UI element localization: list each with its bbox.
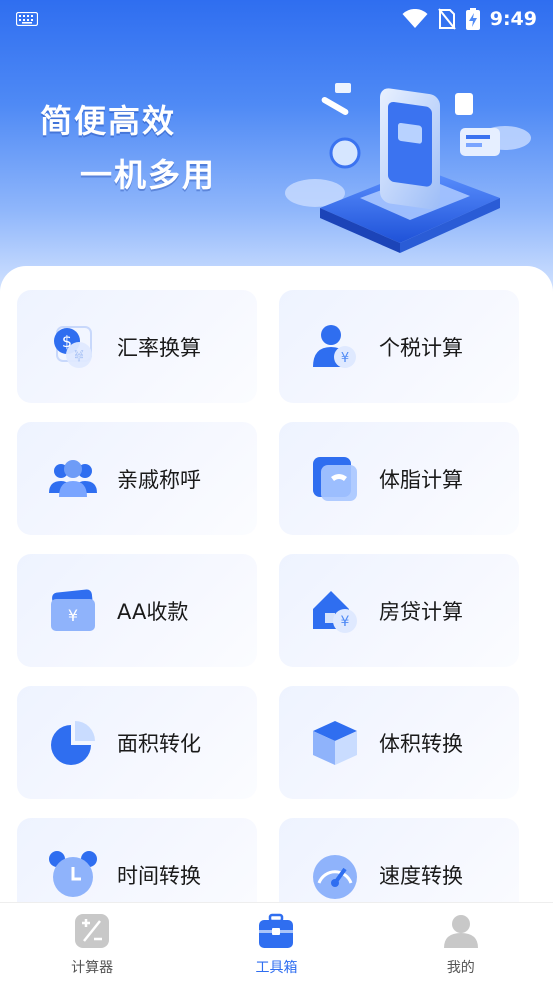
banner-slogan-line1: 简便高效 [40,102,177,140]
tool-area-conversion[interactable]: 面积转化 [17,686,257,799]
currency-exchange-icon: $ ¥ [47,321,99,373]
no-sim-icon [437,8,456,30]
tool-time-conversion[interactable]: 时间转换 [17,818,257,902]
toolbox-icon [258,913,294,949]
tab-label: 计算器 [71,960,114,976]
tool-label: 个税计算 [379,335,463,360]
tab-toolbox[interactable]: 工具箱 [184,903,368,983]
tool-aa-payment[interactable]: ¥ AA收款 [17,554,257,667]
speedometer-icon [309,849,361,901]
hero-phone-illustration [285,83,531,253]
tool-label: 时间转换 [117,863,201,888]
tab-profile[interactable]: 我的 [369,903,553,983]
tools-panel: $ ¥ 汇率换算 ¥ 个税计算 亲戚称呼 体脂计算 ¥ AA收款 ¥ 房贷计算 … [0,266,553,902]
svg-text:¥: ¥ [341,614,350,630]
tool-label: 房贷计算 [379,599,463,624]
bottom-tab-bar: 计算器 工具箱 我的 [0,902,553,983]
tool-income-tax[interactable]: ¥ 个税计算 [279,290,519,403]
tool-currency-exchange[interactable]: $ ¥ 汇率换算 [17,290,257,403]
tool-speed-conversion[interactable]: 速度转换 [279,818,519,902]
battery-charging-icon [465,8,480,30]
tab-label: 我的 [446,960,475,976]
aa-payment-icon: ¥ [47,585,99,637]
status-bar: 9:49 [0,0,553,38]
tool-label: 体脂计算 [379,467,463,492]
calculator-icon [74,913,110,949]
tools-grid: $ ¥ 汇率换算 ¥ 个税计算 亲戚称呼 体脂计算 ¥ AA收款 ¥ 房贷计算 … [17,290,527,902]
svg-text:¥: ¥ [68,606,78,625]
area-pie-icon [47,717,99,769]
keyboard-icon [16,12,38,26]
banner-slogan-line2: 一机多用 [80,156,217,194]
tool-label: 体积转换 [379,731,463,756]
tool-relatives[interactable]: 亲戚称呼 [17,422,257,535]
tool-label: AA收款 [117,599,189,624]
tool-body-fat[interactable]: 体脂计算 [279,422,519,535]
hero-banner: 9:49 简便高效 一机多用 [0,0,553,300]
income-tax-icon: ¥ [309,321,361,373]
volume-cube-icon [309,717,361,769]
wifi-icon [402,9,428,28]
tool-label: 亲戚称呼 [117,467,201,492]
tool-mortgage[interactable]: ¥ 房贷计算 [279,554,519,667]
relatives-icon [47,453,99,505]
mortgage-house-icon: ¥ [309,585,361,637]
alarm-clock-icon [47,849,99,901]
tab-label: 工具箱 [255,960,298,976]
svg-text:¥: ¥ [341,351,349,366]
body-fat-scale-icon [309,453,361,505]
tool-label: 面积转化 [117,731,201,756]
tool-volume-conversion[interactable]: 体积转换 [279,686,519,799]
svg-text:¥: ¥ [75,349,84,365]
profile-icon [443,913,479,949]
tool-label: 速度转换 [379,863,463,888]
tab-calculator[interactable]: 计算器 [0,903,184,983]
status-time: 9:49 [489,8,537,30]
tool-label: 汇率换算 [117,335,201,360]
